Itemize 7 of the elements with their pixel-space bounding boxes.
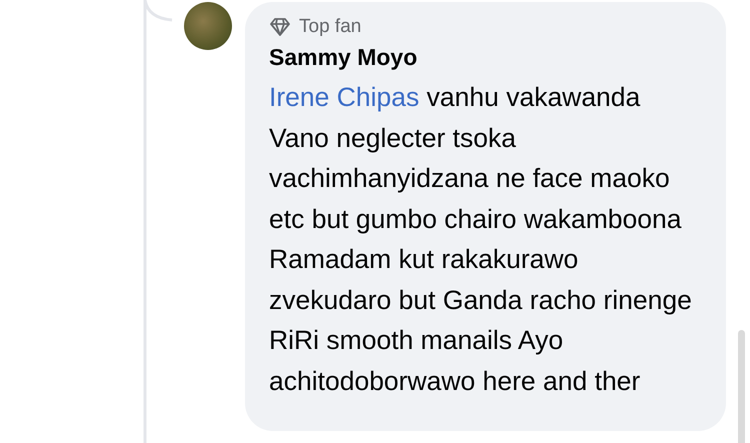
avatar[interactable] [184,2,232,50]
badge-label: Top fan [299,16,362,38]
scrollbar-thumb[interactable] [738,330,745,443]
comment-text: Irene Chipas vanhu vakawanda Vano neglecter tsoka vachimhanyidzana ne face maoko etc but gumbo chairo wakamboona Ramadam kut rakakurawo zvekudaro but Ganda racho rinenge RiRi smooth manails Ayo achitodoborwawo here and ther [269,81,693,398]
diamond-icon [269,17,291,37]
mention-link[interactable]: Irene Chipas [269,82,420,112]
author-name[interactable]: Sammy Moyo [269,44,702,71]
